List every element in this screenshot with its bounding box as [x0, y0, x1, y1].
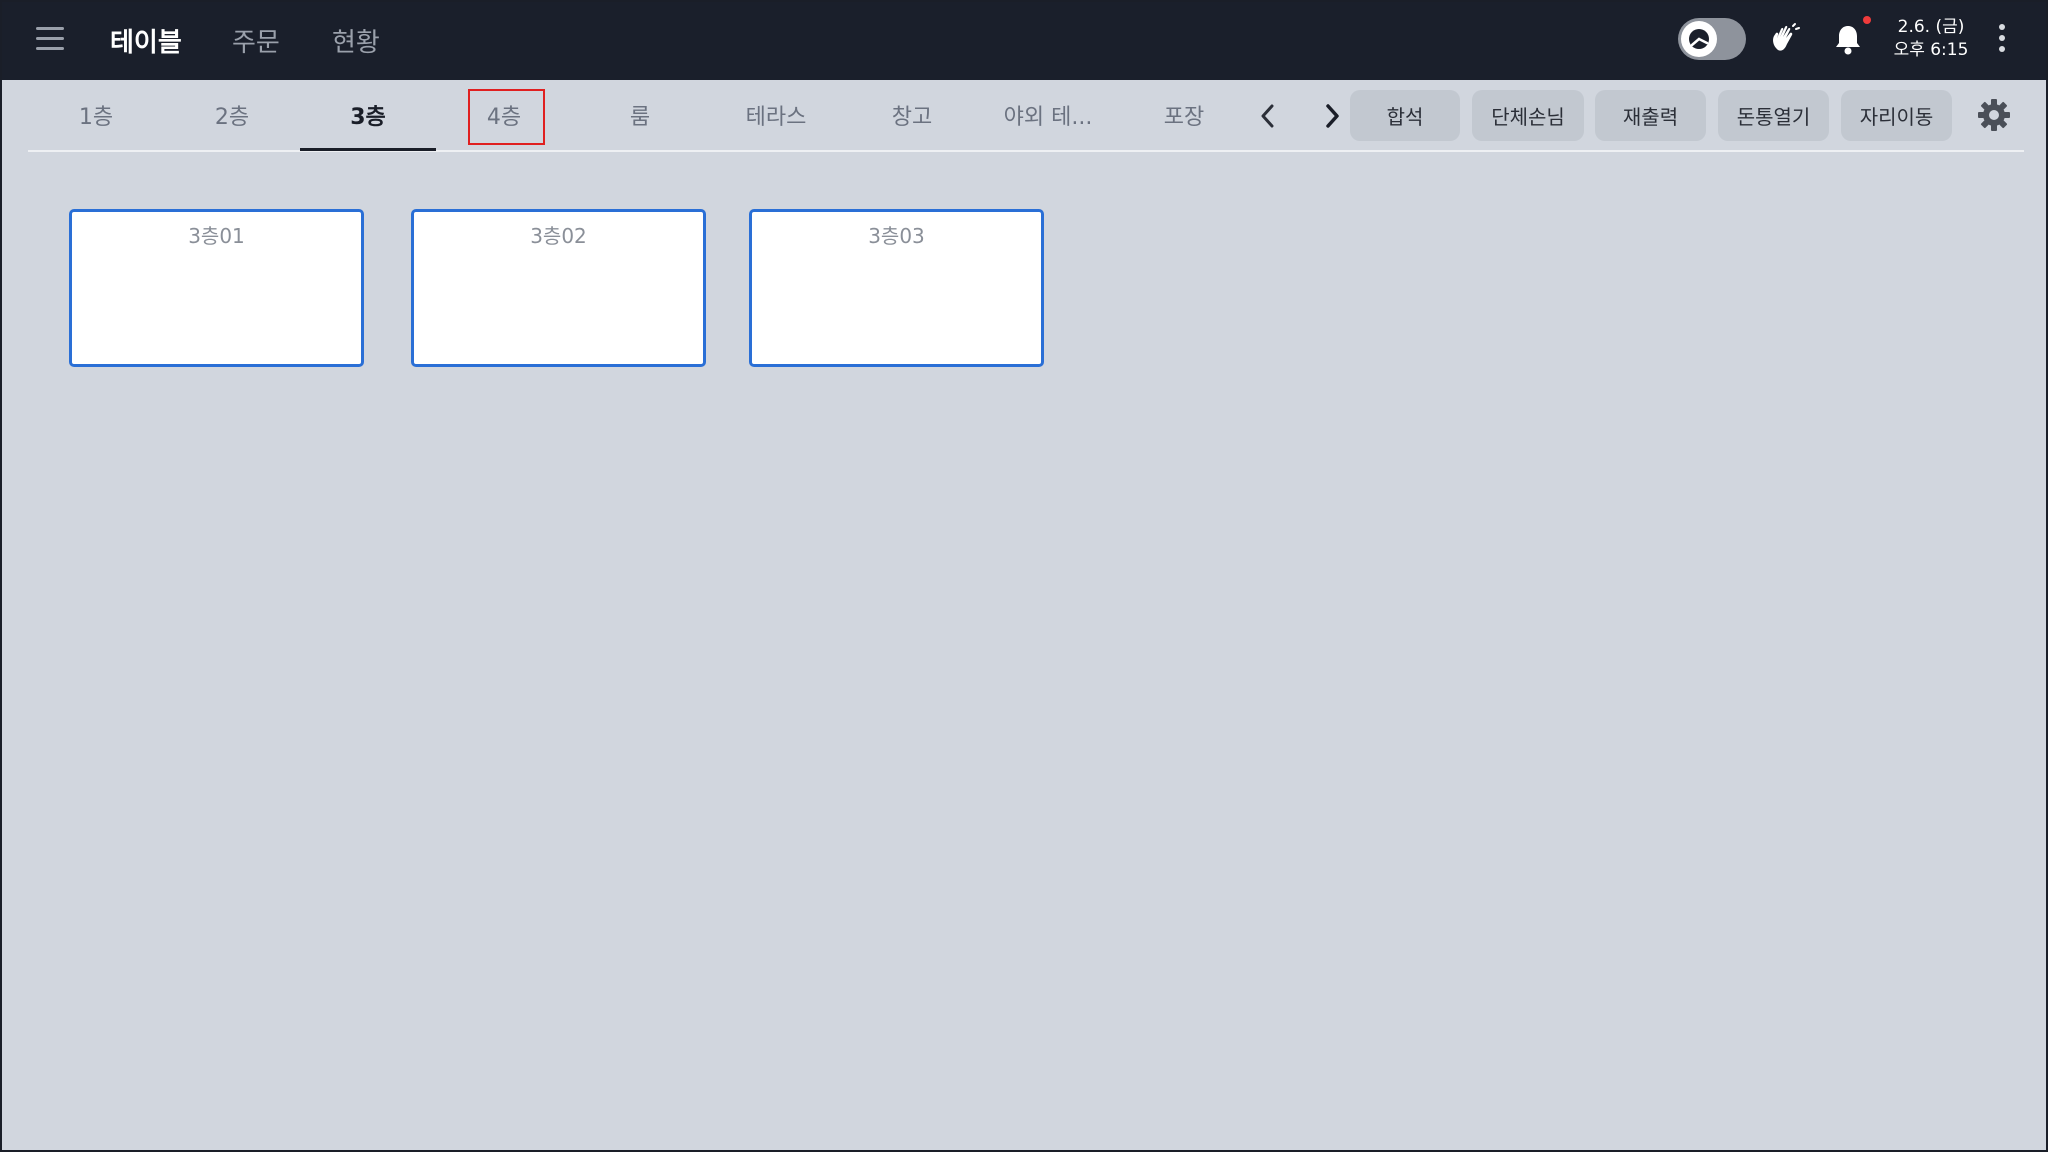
- hamburger-menu-icon[interactable]: [36, 27, 64, 51]
- floor-tab-terrace[interactable]: 테라스: [708, 80, 844, 150]
- gear-icon[interactable]: [1977, 98, 2011, 132]
- table-card[interactable]: 3층01: [69, 209, 364, 367]
- notification-dot: [1863, 16, 1871, 24]
- floor-tab-1f[interactable]: 1층: [28, 80, 164, 150]
- chevron-left-icon[interactable]: [1254, 98, 1282, 134]
- chevron-right-icon[interactable]: [1318, 98, 1346, 134]
- clock-icon: [1689, 29, 1709, 49]
- floor-tab-3f[interactable]: 3층: [300, 80, 436, 151]
- floor-tab-takeout[interactable]: 포장: [1116, 80, 1252, 150]
- nav-tab-order[interactable]: 주문: [232, 22, 280, 59]
- table-name: 3층03: [868, 224, 925, 248]
- date-label: 2.6. (금): [1897, 17, 1965, 37]
- toggle-knob: [1681, 21, 1717, 57]
- time-label: 오후 6:15: [1893, 40, 1969, 60]
- hand-icon[interactable]: [1768, 22, 1802, 56]
- open-drawer-button[interactable]: 돈통열기: [1718, 90, 1829, 141]
- merge-table-button[interactable]: 합석: [1350, 90, 1460, 141]
- date-time-display: 2.6. (금) 오후 6:15: [1882, 16, 1980, 62]
- app-frame: 테이블 주문 현황 2.6. (금) 오후 6:15 1층 2층 3층 4층 룸…: [0, 0, 2048, 1152]
- floor-tab-room[interactable]: 룸: [572, 80, 708, 150]
- notification-bell-icon[interactable]: [1832, 22, 1864, 56]
- more-options-icon[interactable]: [1992, 24, 2012, 56]
- table-name: 3층01: [188, 224, 245, 248]
- move-seat-button[interactable]: 자리이동: [1841, 90, 1952, 141]
- floor-tab-2f[interactable]: 2층: [164, 80, 300, 150]
- table-card[interactable]: 3층02: [411, 209, 706, 367]
- nav-tab-table[interactable]: 테이블: [110, 22, 182, 59]
- table-card[interactable]: 3층03: [749, 209, 1044, 367]
- table-name: 3층02: [530, 224, 587, 248]
- nav-tab-status[interactable]: 현황: [332, 22, 380, 59]
- floor-tab-outdoor[interactable]: 야외 테...: [980, 80, 1116, 150]
- clock-toggle-switch[interactable]: [1678, 18, 1746, 60]
- top-header: 테이블 주문 현황 2.6. (금) 오후 6:15: [2, 2, 2046, 80]
- group-guest-button[interactable]: 단체손님: [1472, 90, 1584, 141]
- floor-tab-storage[interactable]: 창고: [844, 80, 980, 150]
- highlight-box: [468, 89, 545, 145]
- reprint-button[interactable]: 재출력: [1595, 90, 1706, 141]
